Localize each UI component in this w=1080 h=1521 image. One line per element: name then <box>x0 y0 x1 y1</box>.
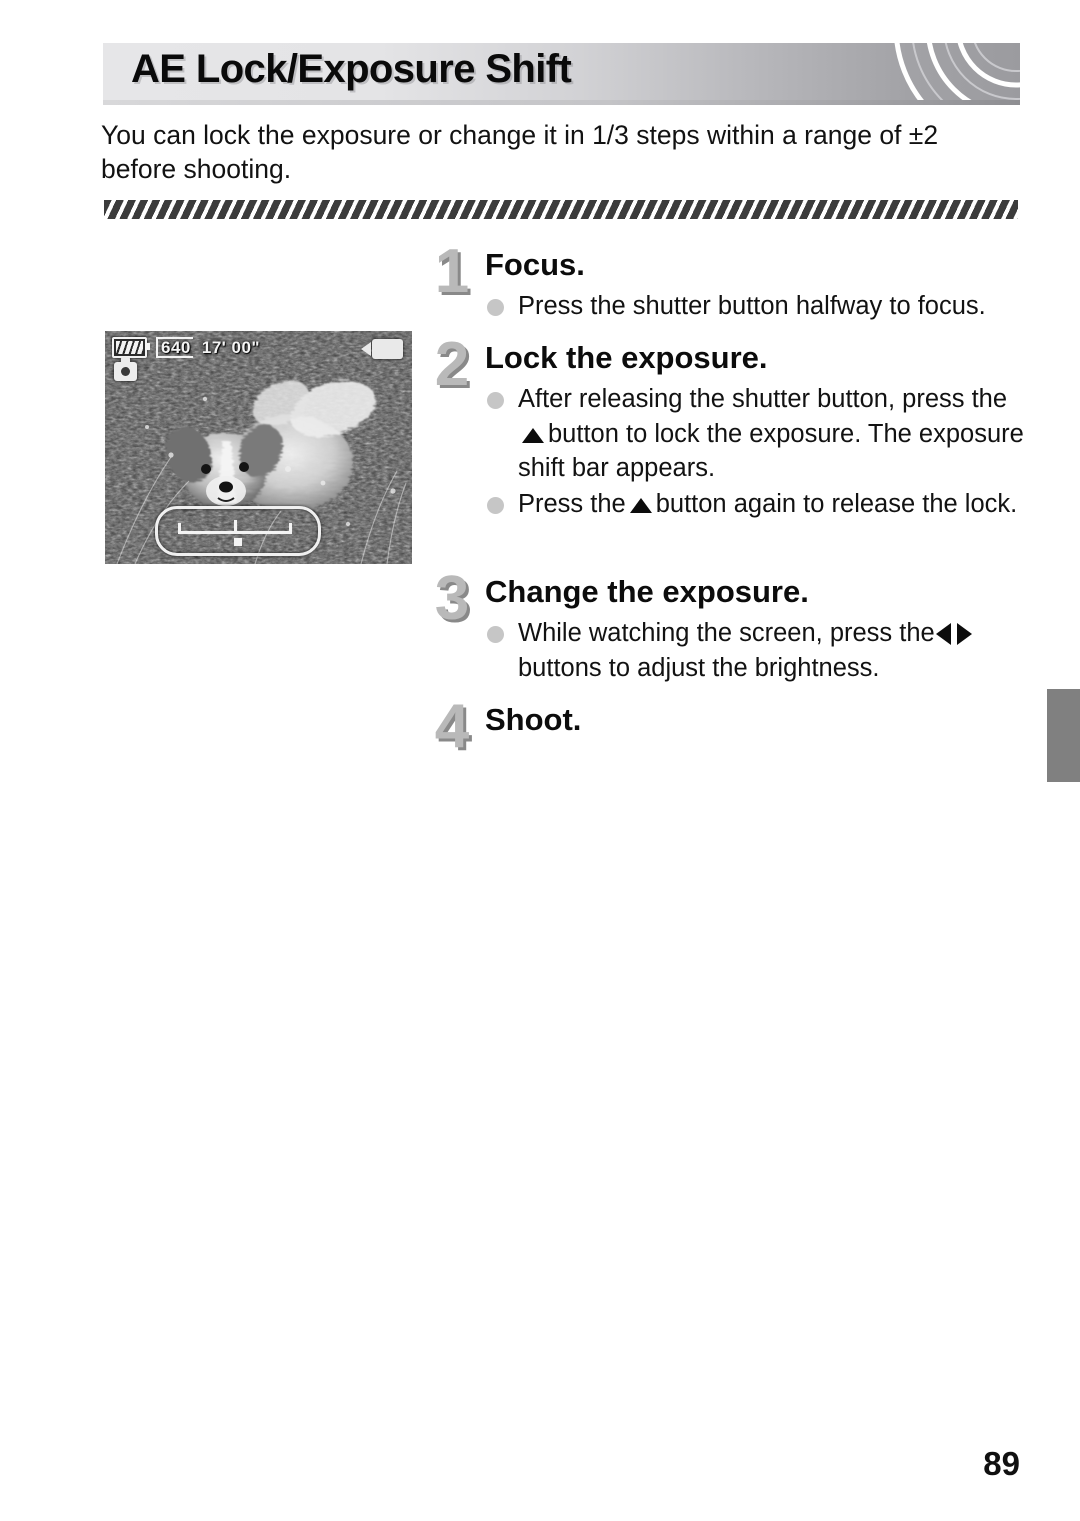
step-2-number: 2 <box>434 330 470 399</box>
movie-camera-icon <box>361 339 403 359</box>
bullet-item: Press the shutter button halfway to focu… <box>485 289 1025 324</box>
bullet-text: button again to release the lock. <box>655 489 1018 518</box>
chapter-edge-tab <box>1047 689 1080 782</box>
exposure-shift-center-tick <box>233 520 237 531</box>
bullet-text: Press the shutter button halfway to focu… <box>518 292 986 320</box>
exposure-shift-bar <box>155 506 321 556</box>
bullet-item: Press the button again to release the loc… <box>485 487 1025 522</box>
up-button-icon <box>522 427 544 443</box>
page-title: AE Lock/Exposure Shift <box>131 47 572 91</box>
step-1-heading: Focus. <box>485 247 585 282</box>
bullet-dot-icon <box>487 299 504 316</box>
camera-lcd-screenshot: 640 17' 00" <box>105 331 412 564</box>
lcd-time-remaining-label: 17' 00" <box>201 337 261 357</box>
page-title-banner: AE Lock/Exposure Shift <box>103 43 1020 105</box>
banner-arc-decoration <box>894 43 1020 105</box>
lcd-resolution-label: 640 <box>156 337 193 358</box>
step-4-heading: Shoot. <box>485 702 582 737</box>
bullet-dot-icon <box>487 392 504 409</box>
bullet-text: button to lock the exposure. The exposur… <box>518 419 1024 483</box>
step-3-number: 3 <box>434 564 470 633</box>
hatched-divider <box>104 200 1018 219</box>
up-button-icon <box>629 497 652 513</box>
bullet-item: While watching the screen, press the butt… <box>485 616 1025 685</box>
bullet-dot-icon <box>487 626 504 643</box>
step-1-number: 1 <box>434 237 470 306</box>
bullet-text: Press the <box>518 489 626 518</box>
exposure-shift-indicator <box>234 538 242 546</box>
bullet-item: After releasing the shutter button, pres… <box>485 382 1025 486</box>
banner-underline <box>103 100 1020 105</box>
bullet-text: After releasing the shutter button, pres… <box>518 385 1008 413</box>
step-3-body: While watching the screen, press the butt… <box>485 616 1025 686</box>
battery-full-icon <box>112 337 150 358</box>
lcd-osd-top-left: 640 17' 00" <box>112 337 260 358</box>
page-number: 89 <box>983 1445 1020 1482</box>
bullet-text: buttons to adjust the brightness. <box>518 653 880 682</box>
step-2-body: After releasing the shutter button, pres… <box>485 382 1025 522</box>
step-3-heading: Change the exposure. <box>485 574 809 609</box>
camera-mode-icon <box>114 357 137 381</box>
intro-paragraph: You can lock the exposure or change it i… <box>101 120 939 184</box>
bullet-dot-icon <box>487 496 504 514</box>
step-4-number: 4 <box>434 692 470 761</box>
step-1-body: Press the shutter button halfway to focu… <box>485 289 1025 325</box>
exposure-shift-scale <box>178 520 292 534</box>
step-2-heading: Lock the exposure. <box>485 340 768 375</box>
bullet-text: While watching the screen, press the <box>518 619 935 647</box>
left-right-buttons-icon <box>935 623 972 645</box>
